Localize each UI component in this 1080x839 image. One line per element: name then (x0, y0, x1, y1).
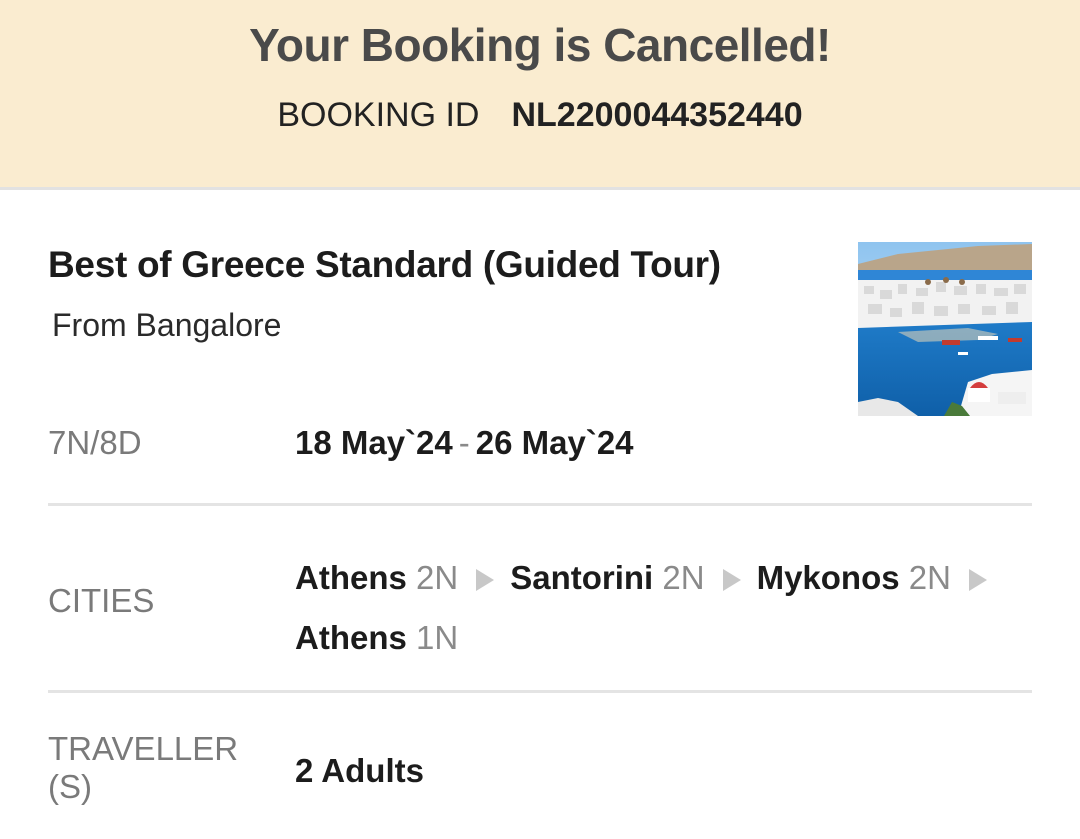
arrow-right-icon (476, 569, 495, 591)
tour-thumbnail-image[interactable] (858, 242, 1032, 416)
tour-origin: From Bangalore (52, 307, 282, 343)
date-separator: - (458, 424, 470, 461)
city-stop: Santorini 2N (510, 548, 756, 608)
city-nights: 1N (416, 619, 459, 656)
travellers-label-line1: TRAVELLER (48, 730, 239, 767)
arrow-right-icon (968, 569, 987, 591)
booking-id-label: BOOKING ID (277, 96, 480, 134)
arrow-right-icon (722, 569, 741, 591)
travellers-label-line2: (S) (48, 767, 92, 805)
city-name: Athens (295, 559, 407, 596)
city-stop: Athens 2N (295, 548, 510, 608)
tour-title: Best of Greece Standard (Guided Tour) (48, 244, 721, 285)
cities-label: CITIES (48, 582, 155, 619)
travellers-label: TRAVELLER (S) (48, 730, 238, 806)
city-name: Mykonos (756, 559, 900, 596)
start-date: 18 May`24 (295, 424, 453, 461)
divider (48, 503, 1032, 506)
duration-label: 7N/8D (48, 424, 142, 461)
cancellation-title: Your Booking is Cancelled! (249, 19, 831, 71)
city-name: Santorini (510, 559, 654, 596)
travellers-value: 2 Adults (295, 752, 424, 789)
divider (48, 690, 1032, 693)
booking-id-value[interactable]: NL2200044352440 (511, 96, 802, 134)
cancellation-banner: Your Booking is Cancelled! BOOKING ID NL2… (0, 0, 1080, 190)
city-stop: Mykonos 2N (757, 548, 1003, 608)
city-name: Athens (295, 619, 407, 656)
cities-route: Athens 2N Santorini 2N Mykonos 2NAthens 1N (295, 548, 1035, 668)
booking-id-row: BOOKING ID NL2200044352440 (0, 96, 1080, 135)
end-date: 26 May`24 (475, 424, 634, 461)
travel-dates: 18 May`24-26 May`24 (295, 424, 634, 462)
city-nights: 2N (416, 559, 459, 596)
city-nights: 2N (662, 559, 705, 596)
city-stop: Athens 1N (295, 608, 458, 668)
city-nights: 2N (908, 559, 951, 596)
